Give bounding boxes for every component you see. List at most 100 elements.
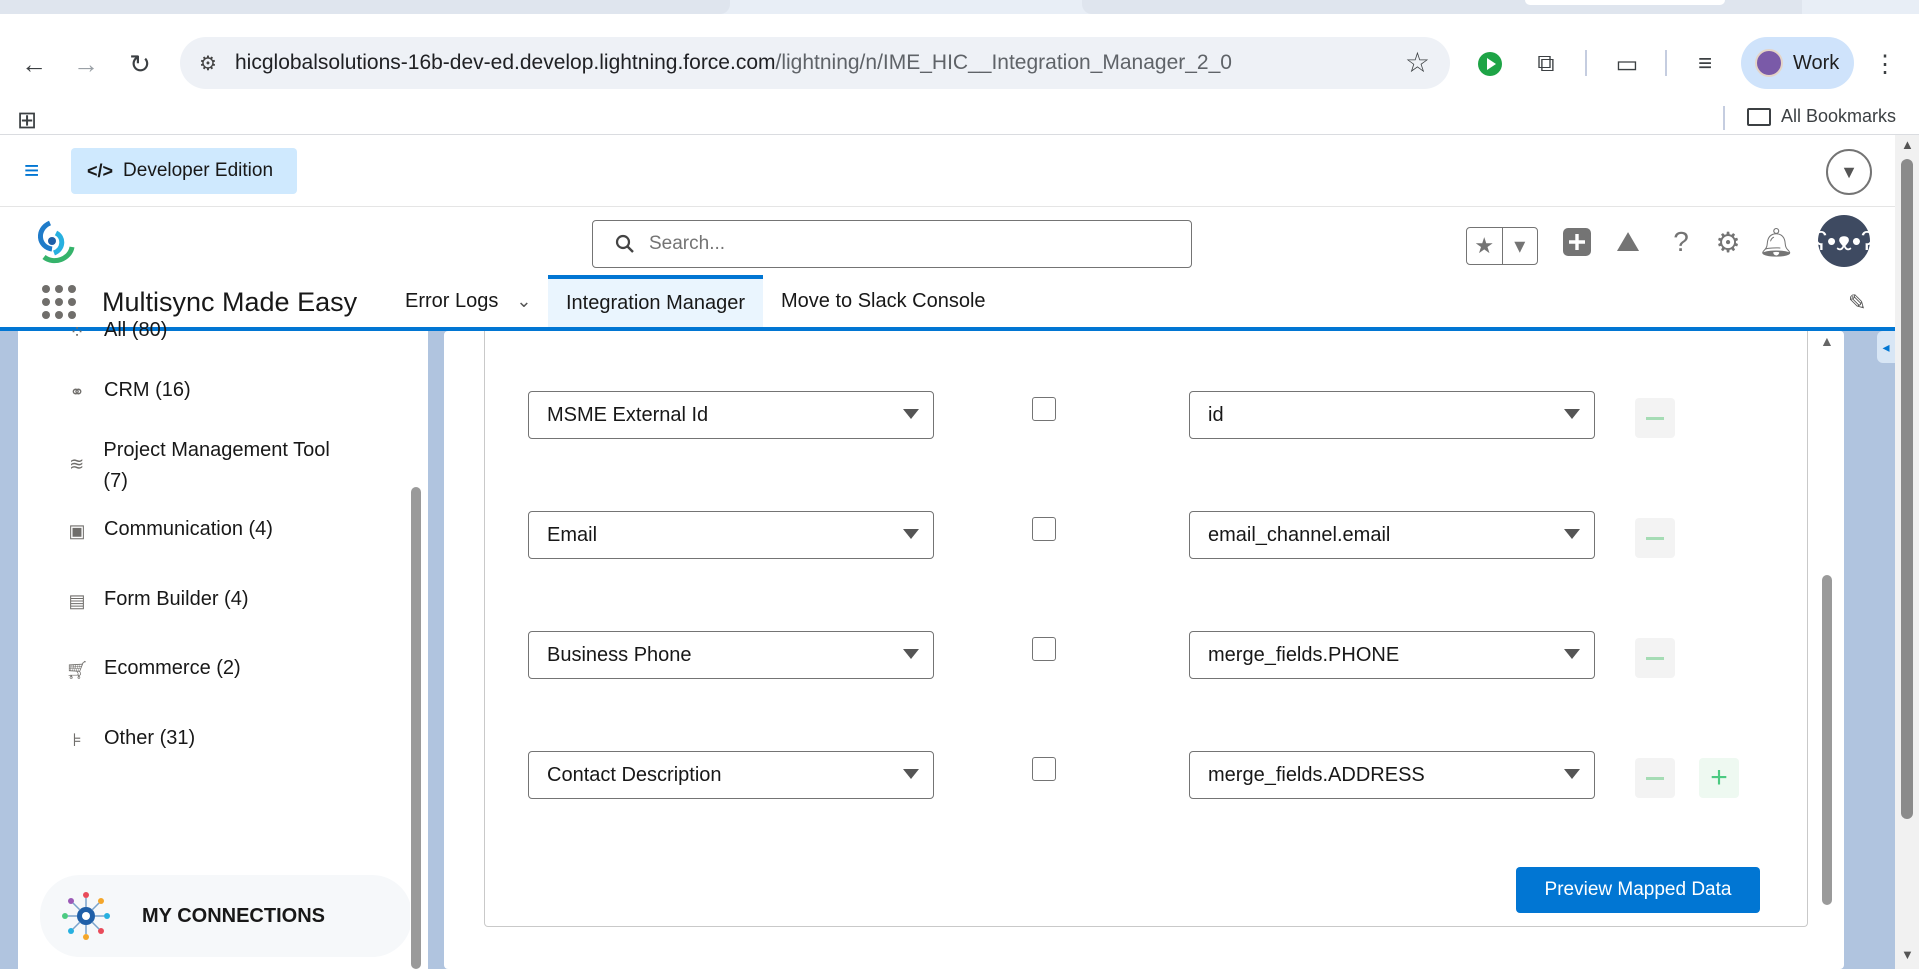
browser-tab[interactable]: [0, 0, 730, 14]
setup-gear-icon[interactable]: ⚙: [1710, 221, 1746, 263]
content-area: ⁘ All (80) ⚭ CRM (16) ≋ Project Manageme…: [0, 319, 1895, 969]
target-field-select[interactable]: id: [1189, 391, 1595, 439]
global-search-input[interactable]: Search...: [592, 220, 1192, 268]
browser-active-tab[interactable]: [1525, 0, 1725, 5]
remove-row-button[interactable]: [1635, 518, 1675, 558]
window-scrollbar[interactable]: ▲ ▼: [1895, 135, 1919, 969]
cart-icon: 🛒︎: [65, 659, 89, 680]
notifications-bell-icon[interactable]: 🔔︎: [1758, 221, 1794, 263]
remove-row-button[interactable]: [1635, 398, 1675, 438]
window-scroll-thumb[interactable]: [1901, 159, 1913, 819]
address-bar[interactable]: ⚙ hicglobalsolutions-16b-dev-ed.develop.…: [180, 37, 1450, 89]
my-connections-label: MY CONNECTIONS: [142, 904, 325, 927]
trailhead-icon[interactable]: ⛰: [1610, 221, 1646, 263]
user-avatar[interactable]: ʕ•ᴥ•ʔ: [1814, 215, 1874, 267]
sidebar-item-label: CRM (16): [104, 379, 191, 401]
media-queue-icon[interactable]: ≡: [1688, 46, 1722, 82]
preview-mapped-data-button[interactable]: Preview Mapped Data: [1516, 867, 1760, 913]
favorites-star-icon[interactable]: ★: [1467, 228, 1503, 264]
sidebar-scroll-thumb[interactable]: [411, 487, 421, 969]
scroll-up-icon[interactable]: ▲: [1820, 333, 1834, 349]
forward-icon[interactable]: →: [68, 46, 104, 82]
apps-grid-icon[interactable]: ⊞: [17, 106, 37, 135]
browser-menu-icon[interactable]: ⋮: [1870, 46, 1900, 82]
sidebar-item-all[interactable]: ⁘ All (80): [64, 319, 167, 345]
sidebar-item-project-management[interactable]: ≋ Project Management Tool (7): [64, 435, 354, 497]
toolbar-separator: [1665, 50, 1667, 76]
mapping-row: Business Phone merge_fields.PHONE: [485, 631, 1809, 679]
source-field-select[interactable]: MSME External Id: [528, 391, 934, 439]
source-field-select[interactable]: Business Phone: [528, 631, 934, 679]
sidebar-item-ecommerce[interactable]: 🛒︎ Ecommerce (2): [64, 657, 241, 683]
app-launcher-icon[interactable]: [42, 285, 76, 319]
sidebar-item-other[interactable]: ⊧ Other (31): [64, 727, 195, 753]
tab-move-to-slack-console[interactable]: Move to Slack Console: [763, 275, 1004, 327]
sidebar-item-communication[interactable]: ▣ Communication (4): [64, 518, 272, 544]
url-text[interactable]: hicglobalsolutions-16b-dev-ed.develop.li…: [235, 51, 1232, 75]
dropdown-arrow-icon: [1564, 409, 1580, 419]
source-field-select[interactable]: Email: [528, 511, 934, 559]
scroll-down-icon[interactable]: ▼: [1901, 947, 1914, 962]
minus-icon: [1646, 416, 1664, 420]
chevron-down-icon[interactable]: ▼: [1826, 149, 1872, 195]
site-info-icon[interactable]: ⚙: [194, 49, 222, 77]
back-icon[interactable]: ←: [16, 46, 52, 82]
developer-edition-badge[interactable]: </> Developer Edition: [71, 148, 297, 194]
toolbar-separator: [1585, 50, 1587, 76]
side-panel-toggle-icon[interactable]: ◂: [1877, 331, 1895, 363]
profile-avatar: [1755, 49, 1783, 77]
salesforce-page: ≡ </> Developer Edition ▼ Search... ★ ▾ …: [0, 135, 1895, 969]
target-field-select[interactable]: merge_fields.PHONE: [1189, 631, 1595, 679]
mapping-checkbox[interactable]: [1032, 637, 1056, 661]
minus-icon: [1646, 776, 1664, 780]
global-actions-plus-icon[interactable]: [1560, 221, 1594, 263]
mapping-checkbox[interactable]: [1032, 757, 1056, 781]
help-icon[interactable]: ?: [1664, 221, 1698, 263]
sidebar-item-form-builder[interactable]: ▤ Form Builder (4): [64, 588, 248, 614]
layers-icon: ≋: [69, 453, 85, 474]
field-mapping-card: MSME External Id id Email email_channel.…: [484, 331, 1808, 927]
tab-label: Error Logs: [405, 289, 499, 312]
my-connections-button[interactable]: MY CONNECTIONS: [40, 875, 412, 957]
crm-rings-icon: ⚭: [69, 381, 85, 402]
developer-edition-label: Developer Edition: [123, 160, 274, 181]
all-bookmarks[interactable]: All Bookmarks: [1747, 106, 1896, 127]
add-row-button[interactable]: +: [1699, 758, 1739, 798]
sidebar-item-label: Ecommerce (2): [104, 657, 241, 679]
chat-icon: ▣: [68, 520, 86, 541]
chevron-down-icon[interactable]: ⌄: [516, 291, 531, 312]
target-field-select[interactable]: merge_fields.ADDRESS: [1189, 751, 1595, 799]
dropdown-arrow-icon: [1564, 529, 1580, 539]
plus-icon: +: [1710, 761, 1728, 794]
extensions-puzzle-icon[interactable]: ⧉: [1530, 46, 1562, 82]
mapping-row: MSME External Id id: [485, 391, 1809, 439]
source-field-select[interactable]: Contact Description: [528, 751, 934, 799]
sidebar-item-crm[interactable]: ⚭ CRM (16): [64, 379, 191, 405]
mapping-checkbox[interactable]: [1032, 517, 1056, 541]
tab-search-icon[interactable]: ▭: [1610, 46, 1644, 82]
mapping-checkbox[interactable]: [1032, 397, 1056, 421]
reload-icon[interactable]: ↻: [122, 46, 158, 82]
target-field-select[interactable]: email_channel.email: [1189, 511, 1595, 559]
profile-button[interactable]: Work: [1741, 37, 1854, 89]
dropdown-arrow-icon: [903, 529, 919, 539]
remove-row-button[interactable]: [1635, 758, 1675, 798]
favorites-dropdown-icon[interactable]: ▾: [1503, 228, 1538, 264]
global-header: Search... ★ ▾ ⛰ ? ⚙ 🔔︎ ʕ•ᴥ•ʔ: [0, 207, 1895, 275]
edit-nav-pencil-icon[interactable]: ✎: [1848, 290, 1866, 316]
code-icon: </>: [87, 160, 114, 181]
bookmark-star-icon[interactable]: ☆: [1405, 46, 1430, 79]
panel-scroll-thumb[interactable]: [1822, 575, 1832, 905]
mapping-row: Email email_channel.email: [485, 511, 1809, 559]
mapping-panel: MSME External Id id Email email_channel.…: [444, 331, 1844, 969]
remove-row-button[interactable]: [1635, 638, 1675, 678]
tab-error-logs[interactable]: Error Logs ⌄: [387, 275, 549, 327]
scroll-up-icon[interactable]: ▲: [1901, 137, 1914, 152]
play-extension-icon[interactable]: [1474, 46, 1506, 82]
panel-scrollbar[interactable]: ▲: [1818, 331, 1838, 969]
hamburger-menu-icon[interactable]: ≡: [24, 157, 46, 183]
tab-integration-manager[interactable]: Integration Manager: [548, 275, 763, 327]
developer-edition-bar: ≡ </> Developer Edition ▼: [0, 135, 1895, 207]
dropdown-arrow-icon: [903, 409, 919, 419]
signpost-icon: ⊧: [72, 729, 82, 750]
